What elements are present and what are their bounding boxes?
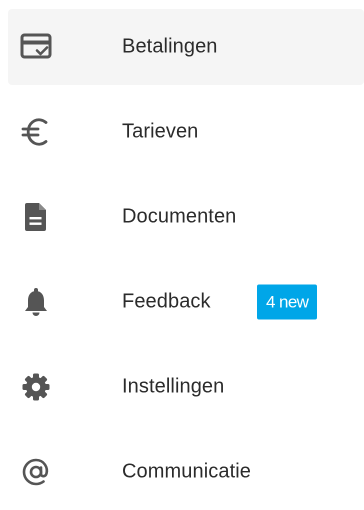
at-sign-icon [20, 456, 52, 488]
sidebar-item-label: Communicatie [122, 460, 252, 483]
sidebar-item-feedback[interactable]: Feedback 4 new [8, 264, 364, 340]
sidebar-item-label: Betalingen [122, 35, 218, 58]
sidebar-item-documenten[interactable]: Documenten [8, 179, 364, 255]
gear-icon [20, 371, 52, 403]
sidebar-nav: Betalingen Tarieven Documenten Feedback … [0, 0, 364, 494]
sidebar-item-label: Documenten [122, 205, 237, 228]
sidebar-item-communicatie[interactable]: Communicatie [8, 434, 364, 510]
sidebar-item-betalingen[interactable]: Betalingen [8, 9, 364, 85]
sidebar-item-label: Feedback [122, 290, 211, 313]
sidebar-item-instellingen[interactable]: Instellingen [8, 349, 364, 425]
sidebar-item-label: Tarieven [122, 120, 199, 143]
bell-icon [20, 286, 52, 318]
sidebar-item-tarieven[interactable]: Tarieven [8, 94, 364, 170]
sidebar-item-label: Instellingen [122, 375, 225, 398]
euro-icon [20, 116, 52, 148]
document-icon [20, 201, 52, 233]
new-feedback-badge: 4 new [257, 284, 318, 320]
payment-card-check-icon [20, 31, 52, 63]
